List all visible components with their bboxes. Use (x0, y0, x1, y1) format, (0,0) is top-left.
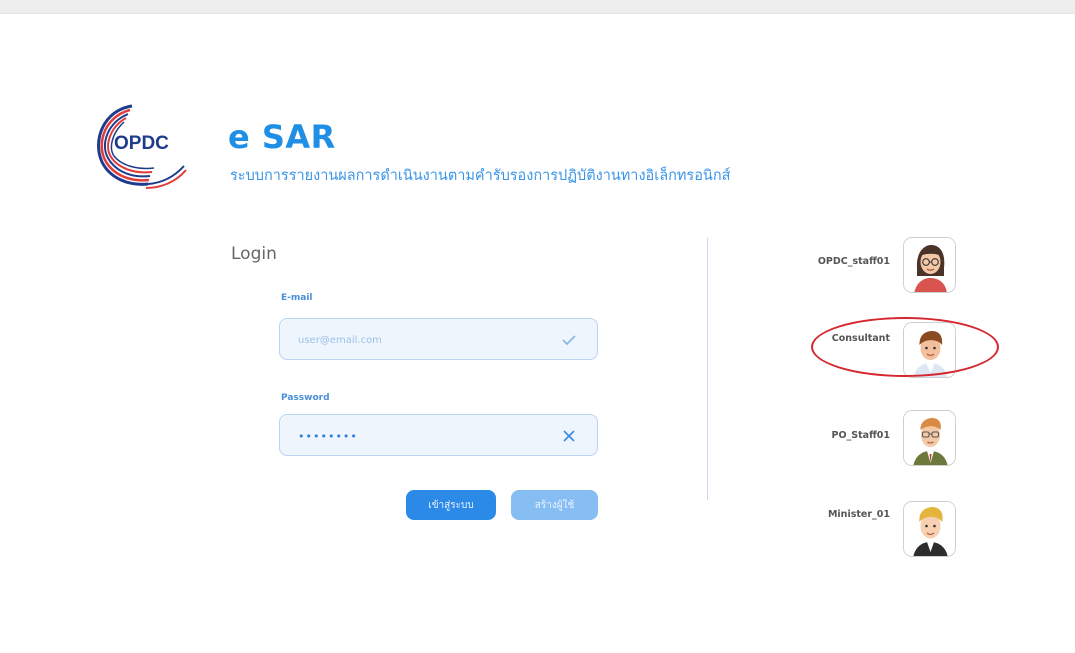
app-title: e SAR (228, 118, 336, 156)
user-name-opdc-staff01[interactable]: OPDC_staff01 (818, 256, 890, 267)
password-field[interactable] (279, 414, 598, 456)
email-field[interactable] (279, 318, 598, 360)
login-button[interactable]: เข้าสู่ระบบ (406, 490, 496, 520)
logo-text: OPDC (114, 133, 169, 154)
checkmark-icon (559, 330, 579, 350)
highlight-ellipse (811, 317, 999, 377)
app-subtitle: ระบบการรายงานผลการดำเนินงานตามคำรับรองกา… (230, 168, 731, 184)
password-label: Password (281, 393, 330, 403)
user-name-minister-01[interactable]: Minister_01 (828, 509, 890, 520)
email-input[interactable] (298, 331, 548, 349)
vertical-divider (707, 238, 708, 500)
opdc-logo: OPDC (86, 100, 204, 196)
user-name-po-staff01[interactable]: PO_Staff01 (832, 430, 891, 441)
male-glasses-avatar[interactable] (903, 410, 956, 466)
clear-icon[interactable] (559, 426, 579, 446)
login-title: Login (231, 244, 277, 264)
female-staff-avatar[interactable] (903, 237, 956, 293)
blond-man-avatar[interactable] (903, 501, 956, 557)
register-button[interactable]: สร้างผู้ใช้ (511, 490, 598, 520)
password-input[interactable] (298, 427, 548, 445)
top-bar (0, 0, 1075, 14)
email-label: E-mail (281, 293, 313, 303)
